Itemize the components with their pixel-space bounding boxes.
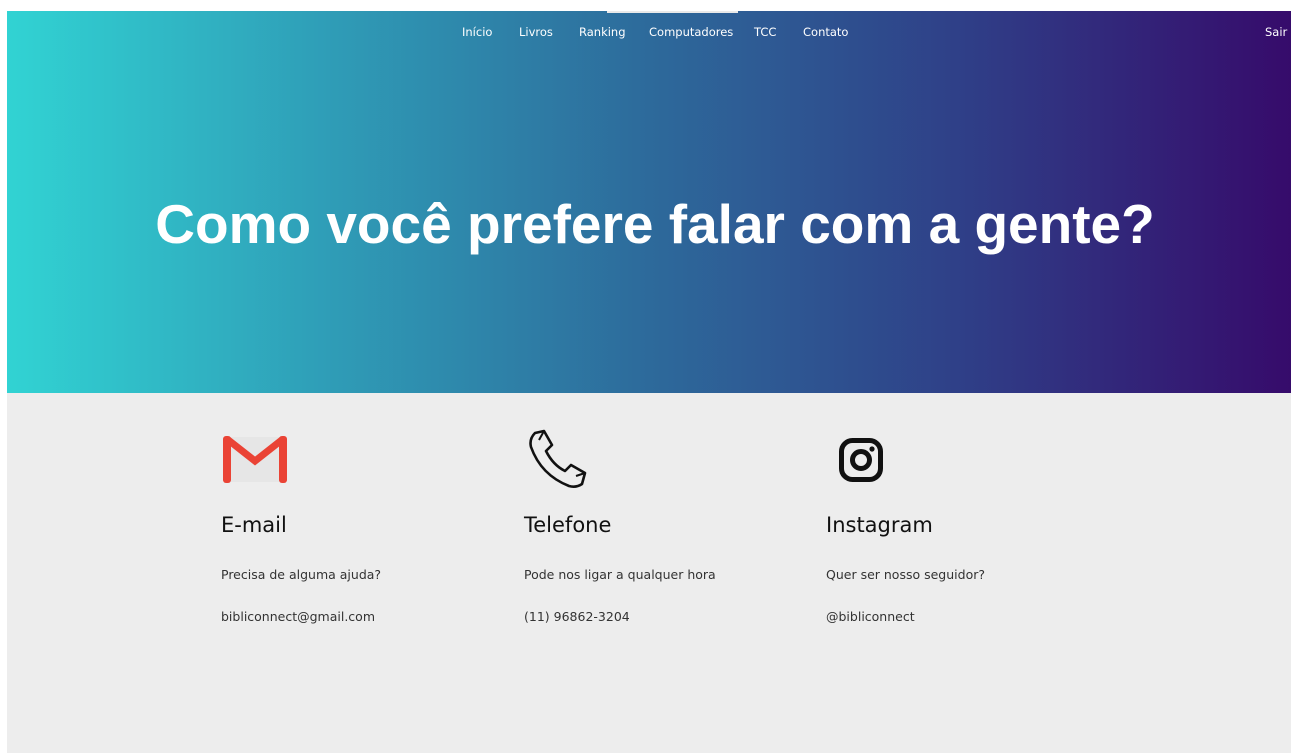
contact-title: Instagram (826, 513, 933, 537)
nav-item-ranking[interactable]: Ranking (579, 25, 626, 39)
nav-active-indicator (607, 11, 738, 13)
contact-card-instagram: Instagram Quer ser nosso seguidor? @bibl… (826, 429, 1086, 649)
nav-item-computadores[interactable]: Computadores (649, 25, 733, 39)
contact-description: Precisa de alguma ajuda? (221, 567, 382, 582)
hero-banner: Início Livros Ranking Computadores TCC C… (7, 11, 1291, 393)
main-nav: Início Livros Ranking Computadores TCC C… (7, 25, 1291, 45)
gmail-icon[interactable] (221, 429, 291, 489)
contact-title: Telefone (524, 513, 612, 537)
nav-item-contato[interactable]: Contato (803, 25, 848, 39)
contact-card-phone: Telefone Pode nos ligar a qualquer hora … (524, 429, 784, 649)
contact-description: Quer ser nosso seguidor? (826, 567, 985, 582)
contact-instagram-value[interactable]: @bibliconnect (826, 609, 915, 624)
logout-link[interactable]: Sair (1265, 25, 1287, 39)
contact-description: Pode nos ligar a qualquer hora (524, 567, 716, 582)
nav-item-tcc[interactable]: TCC (754, 25, 776, 39)
contact-title: E-mail (221, 513, 287, 537)
contact-email-value[interactable]: bibliconnect@gmail.com (221, 609, 375, 624)
contact-card-email: E-mail Precisa de alguma ajuda? biblicon… (221, 429, 481, 649)
phone-icon[interactable] (524, 429, 594, 489)
nav-item-inicio[interactable]: Início (462, 25, 492, 39)
nav-item-livros[interactable]: Livros (519, 25, 553, 39)
page: Início Livros Ranking Computadores TCC C… (7, 11, 1291, 753)
page-title: Como você prefere falar com a gente? (155, 193, 1155, 255)
contact-phone-value[interactable]: (11) 96862-3204 (524, 609, 630, 624)
instagram-icon[interactable] (826, 429, 896, 489)
